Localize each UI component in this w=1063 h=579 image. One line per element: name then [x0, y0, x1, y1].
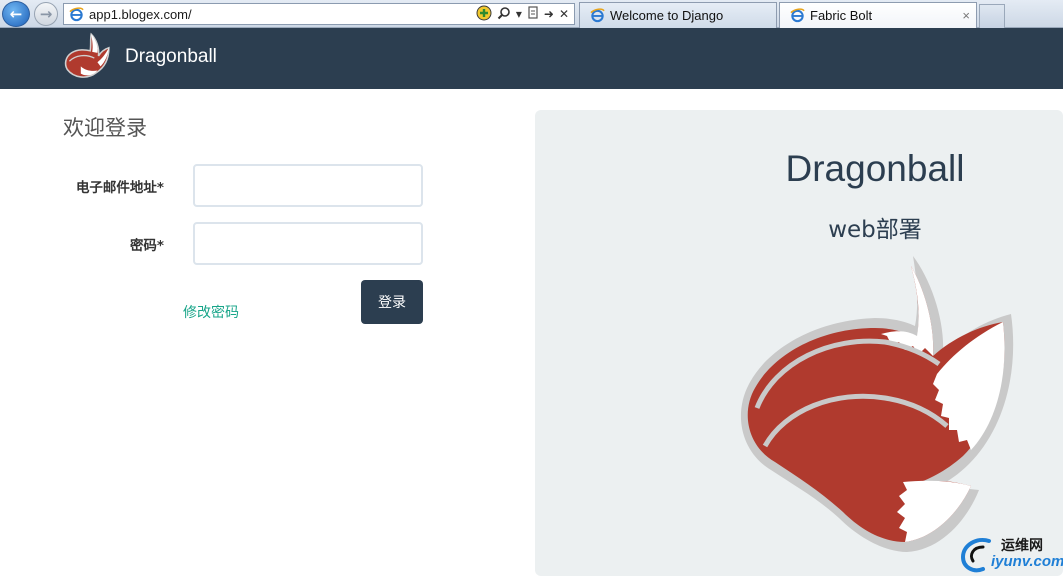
watermark-en-text: iyunv.com: [991, 553, 1063, 570]
refresh-icon[interactable]: [527, 6, 539, 22]
tab-label: Fabric Bolt: [810, 8, 873, 23]
tab-fabric-bolt[interactable]: Fabric Bolt ×: [779, 2, 977, 28]
ie-page-icon: [68, 6, 84, 22]
new-tab-button[interactable]: [979, 4, 1005, 28]
brand-name[interactable]: Dragonball: [125, 46, 217, 68]
address-bar[interactable]: app1.blogex.com/ ▾ ➜ ✕: [63, 3, 575, 25]
dropdown-icon[interactable]: ▾: [516, 7, 522, 21]
ie-page-icon: [789, 8, 805, 24]
hero-title: Dragonball: [785, 148, 965, 189]
url-text[interactable]: app1.blogex.com/: [89, 7, 476, 22]
go-arrow-icon[interactable]: ➜: [544, 7, 554, 21]
email-label: 电子邮件地址*: [75, 180, 164, 196]
hero-subtitle: web部署: [828, 217, 922, 243]
password-label: 密码*: [129, 238, 164, 254]
password-field[interactable]: [193, 222, 423, 265]
login-title: 欢迎登录: [63, 116, 147, 140]
fox-logo-icon: [740, 256, 1014, 552]
stop-icon[interactable]: ✕: [559, 7, 569, 21]
search-icon[interactable]: [497, 6, 511, 23]
ie-page-icon: [589, 8, 605, 24]
login-button[interactable]: 登录: [361, 280, 423, 324]
forward-arrow-icon[interactable]: →: [34, 2, 58, 26]
change-password-link[interactable]: 修改密码: [183, 302, 239, 322]
watermark-logo: 运维网 iyunv.com: [957, 533, 1063, 575]
watermark-cn-text: 运维网: [1001, 538, 1043, 554]
close-icon[interactable]: ×: [962, 8, 970, 23]
tab-welcome-django[interactable]: Welcome to Django: [579, 2, 777, 28]
tab-label: Welcome to Django: [610, 8, 724, 23]
hero-panel: Dragonball web部署: [535, 110, 1063, 576]
compat-view-icon[interactable]: [476, 5, 492, 24]
email-field[interactable]: [193, 164, 423, 207]
fox-logo-icon[interactable]: [60, 30, 112, 82]
browser-toolbar: ← → app1.blogex.com/ ▾ ➜ ✕ Welcome to Dj…: [0, 0, 1063, 28]
back-arrow-icon[interactable]: ←: [2, 1, 30, 27]
site-navbar: Dragonball: [0, 28, 1063, 89]
